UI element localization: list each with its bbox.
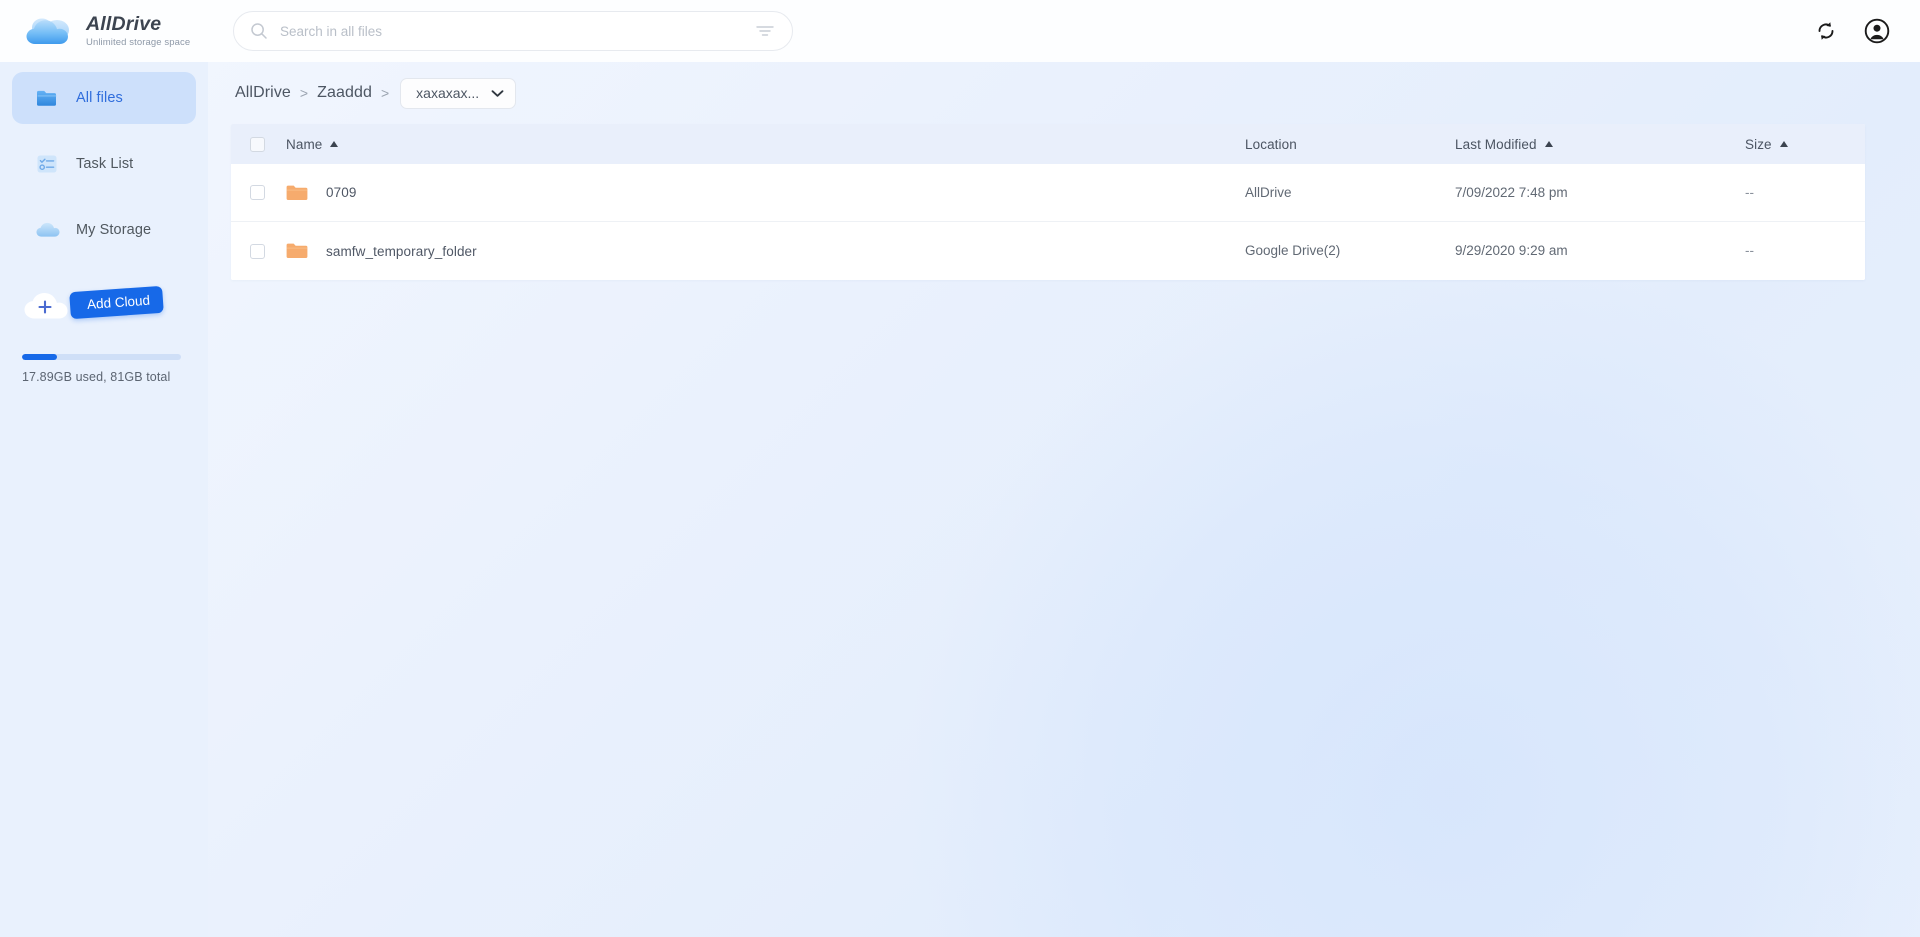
cloud-logo-icon xyxy=(26,14,76,48)
row-location-label: AllDrive xyxy=(1245,184,1292,200)
row-location-cell: Google Drive(2) xyxy=(1245,242,1455,260)
orange-folder-icon xyxy=(286,242,308,260)
orange-folder-icon xyxy=(286,184,308,202)
sort-ascending-icon xyxy=(1544,141,1553,147)
body: All files Task List My Storage Add Cloud… xyxy=(0,62,1920,937)
search-icon xyxy=(250,22,268,40)
row-name-label: samfw_temporary_folder xyxy=(326,243,477,259)
row-name-cell: samfw_temporary_folder xyxy=(284,242,1245,260)
search-area xyxy=(233,11,793,51)
sidebar-item-all-files[interactable]: All files xyxy=(12,72,196,124)
row-modified-cell: 9/29/2020 9:29 am xyxy=(1455,242,1745,260)
breadcrumb: AllDrive > Zaaddd > xaxaxax... xyxy=(231,62,1865,124)
breadcrumb-separator: > xyxy=(380,85,390,101)
row-select-cell xyxy=(231,243,284,259)
add-cloud-button[interactable]: Add Cloud xyxy=(22,280,208,332)
sync-refresh-icon[interactable] xyxy=(1814,19,1838,43)
sidebar-item-label: Task List xyxy=(76,156,134,172)
row-checkbox[interactable] xyxy=(250,185,265,200)
column-header-name[interactable]: Name xyxy=(284,137,1245,152)
chevron-down-icon xyxy=(491,89,504,98)
row-checkbox[interactable] xyxy=(250,243,265,259)
sidebar-nav: All files Task List My Storage xyxy=(0,62,208,270)
topbar-actions xyxy=(1814,18,1920,44)
table-row[interactable]: samfw_temporary_folder Google Drive(2) 9… xyxy=(231,222,1865,280)
brand-text: AllDrive Unlimited storage space xyxy=(86,13,191,48)
sidebar-item-label: My Storage xyxy=(76,222,152,238)
sidebar: All files Task List My Storage Add Cloud… xyxy=(0,62,208,937)
select-all-cell xyxy=(231,136,284,152)
row-name-label: 0709 xyxy=(326,185,357,200)
row-size-label: -- xyxy=(1745,184,1754,200)
select-all-checkbox[interactable] xyxy=(250,136,265,152)
row-modified-label: 9/29/2020 9:29 am xyxy=(1455,243,1568,258)
sidebar-item-task-list[interactable]: Task List xyxy=(12,138,196,190)
column-header-location-label: Location xyxy=(1245,136,1297,152)
row-modified-label: 7/09/2022 7:48 pm xyxy=(1455,184,1568,200)
breadcrumb-item-alldrive[interactable]: AllDrive xyxy=(235,84,291,102)
sidebar-bottom: Add Cloud 17.89GB used, 81GB total xyxy=(0,280,208,937)
column-header-location[interactable]: Location xyxy=(1245,137,1455,152)
search-input[interactable] xyxy=(280,23,744,39)
breadcrumb-dropdown-label: xaxaxax... xyxy=(416,85,480,101)
user-account-icon[interactable] xyxy=(1864,18,1890,44)
row-select-cell xyxy=(231,185,284,200)
row-location-cell: AllDrive xyxy=(1245,184,1455,202)
top-bar: AllDrive Unlimited storage space xyxy=(0,0,1920,62)
table-row[interactable]: 0709 AllDrive 7/09/2022 7:48 pm -- xyxy=(231,164,1865,222)
background-glow xyxy=(900,242,1920,937)
column-header-last-modified[interactable]: Last Modified xyxy=(1455,137,1745,152)
table-header-row: Name Location Last Modified Size xyxy=(231,124,1865,164)
filter-sliders-icon[interactable] xyxy=(756,24,774,38)
column-header-size-label: Size xyxy=(1745,136,1772,152)
blue-folder-icon xyxy=(34,85,60,111)
sort-ascending-icon xyxy=(1779,141,1788,147)
sidebar-item-my-storage[interactable]: My Storage xyxy=(12,204,196,256)
search-bar[interactable] xyxy=(233,11,793,51)
file-table: Name Location Last Modified Size 0709 Al… xyxy=(231,124,1865,280)
cloud-plus-icon xyxy=(22,288,72,324)
sidebar-item-label: All files xyxy=(76,90,123,106)
row-location-label: Google Drive(2) xyxy=(1245,243,1341,258)
column-header-name-label: Name xyxy=(286,136,323,152)
storage-progress-fill xyxy=(22,354,57,360)
storage-meter: 17.89GB used, 81GB total xyxy=(0,332,208,384)
row-size-cell: -- xyxy=(1745,184,1865,202)
task-list-icon xyxy=(34,151,60,177)
row-name-cell: 0709 xyxy=(284,184,1245,202)
row-size-cell: -- xyxy=(1745,242,1865,260)
row-modified-cell: 7/09/2022 7:48 pm xyxy=(1455,184,1745,202)
row-size-label: -- xyxy=(1745,243,1754,258)
brand-title: AllDrive xyxy=(86,13,162,36)
column-header-last-modified-label: Last Modified xyxy=(1455,136,1537,152)
brand-logo[interactable]: AllDrive Unlimited storage space xyxy=(0,0,208,62)
column-header-size[interactable]: Size xyxy=(1745,137,1865,152)
add-cloud-label: Add Cloud xyxy=(69,285,164,320)
brand-subtitle: Unlimited storage space xyxy=(86,36,191,48)
app-window: AllDrive Unlimited storage space Search … xyxy=(0,0,1920,937)
breadcrumb-item-zaaddd[interactable]: Zaaddd xyxy=(317,84,372,102)
sort-ascending-icon xyxy=(330,141,339,147)
cloud-storage-icon xyxy=(34,217,60,243)
storage-usage-text: 17.89GB used, 81GB total xyxy=(22,370,171,384)
main-inner: AllDrive > Zaaddd > xaxaxax... Name Loca… xyxy=(208,62,1920,280)
breadcrumb-separator: > xyxy=(299,85,309,101)
main-content: AllDrive > Zaaddd > xaxaxax... Name Loca… xyxy=(208,62,1920,937)
breadcrumb-dropdown[interactable]: xaxaxax... xyxy=(400,77,517,109)
storage-progress-track xyxy=(22,354,181,360)
